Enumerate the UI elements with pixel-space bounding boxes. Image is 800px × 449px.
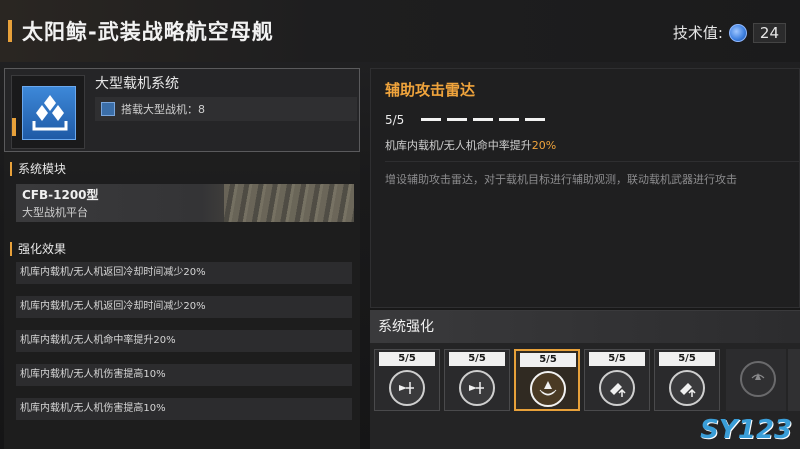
module-section-title: 系统模块 [10,162,66,176]
effect-row: 机库内载机/无人机伤害提高10% [16,364,352,386]
enhance-title: 系统强化 [370,311,800,343]
plane-icon [101,102,115,116]
enhance-slot-locked[interactable] [726,349,786,411]
drone-cooldown-icon [459,370,495,406]
drone-cooldown-icon [389,370,425,406]
slot-count: 5/5 [379,352,435,366]
system-card[interactable]: 大型载机系统 搭载大型战机：8 [4,68,360,152]
effect-row: 机库内载机/无人机命中率提升20% [16,330,352,352]
radar-icon [530,371,566,407]
effects-section-title: 强化效果 [10,242,66,256]
module-art-image [224,184,354,222]
tech-value: 24 [752,22,786,43]
slot-count: 5/5 [520,353,576,367]
skill-detail-panel: 辅助攻击雷达 5/5 机库内载机/无人机命中率提升20% 增设辅助攻击雷达，对于… [370,68,800,308]
radar-icon-locked [740,361,776,397]
carrier-system-icon [22,86,76,140]
slot-count: 5/5 [449,352,505,366]
page-title: 太阳鲸-武装战略航空母舰 [22,20,274,44]
left-panel: 大型载机系统 搭载大型战机：8 系统模块 CFB-1200型 大型战机平台 强化… [4,68,360,449]
level-pip [421,118,441,121]
module-card[interactable]: CFB-1200型 大型战机平台 [16,184,354,222]
slot-count: 5/5 [589,352,645,366]
effect-row: 机库内载机/无人机返回冷却时间减少20% [16,296,352,318]
skill-level: 5/5 [385,113,405,127]
site-watermark: SY123 [700,415,792,445]
skill-level-pips [421,118,545,121]
level-pip [447,118,467,121]
system-capacity-label: 搭载大型战机：8 [121,103,205,116]
tech-points: 技术值: 24 [673,22,786,43]
tech-label: 技术值: [672,24,723,42]
skill-description: 增设辅助攻击雷达，对于载机目标进行辅助观测，联动载机武器进行攻击 [385,173,737,186]
system-capacity: 搭载大型战机：8 [95,97,357,121]
effect-row: 机库内载机/无人机返回冷却时间减少20% [16,262,352,284]
header-bar: 太阳鲸-武装战略航空母舰 技术值: 24 [0,0,800,62]
enhance-slot-1[interactable]: 5/5 [374,349,440,411]
effect-row: 机库内载机/无人机伤害提高10% [16,398,352,420]
drone-damage-up-icon [669,370,705,406]
system-icon-frame [11,75,85,149]
header-accent-bar [8,20,12,42]
skill-effect: 机库内载机/无人机命中率提升20% [385,137,556,153]
level-pip [473,118,493,121]
slot-count: 5/5 [659,352,715,366]
enhance-slot-3[interactable]: 5/5 [514,349,580,411]
drone-damage-up-icon [599,370,635,406]
enhance-slot-partial [788,349,800,411]
skill-effect-value: 20% [531,139,557,152]
enhance-slot-5[interactable]: 5/5 [654,349,720,411]
selected-indicator [12,118,16,136]
module-subtitle: 大型战机平台 [22,206,88,219]
enhance-slot-4[interactable]: 5/5 [584,349,650,411]
divider [385,161,799,162]
tech-points-icon [728,23,747,42]
skill-title: 辅助攻击雷达 [385,81,476,99]
level-pip [525,118,545,121]
system-name: 大型载机系统 [95,76,179,92]
level-pip [499,118,519,121]
skill-effect-text: 机库内载机/无人机命中率提升 [385,139,532,152]
enhance-slot-2[interactable]: 5/5 [444,349,510,411]
module-title: CFB-1200型 [22,188,99,202]
